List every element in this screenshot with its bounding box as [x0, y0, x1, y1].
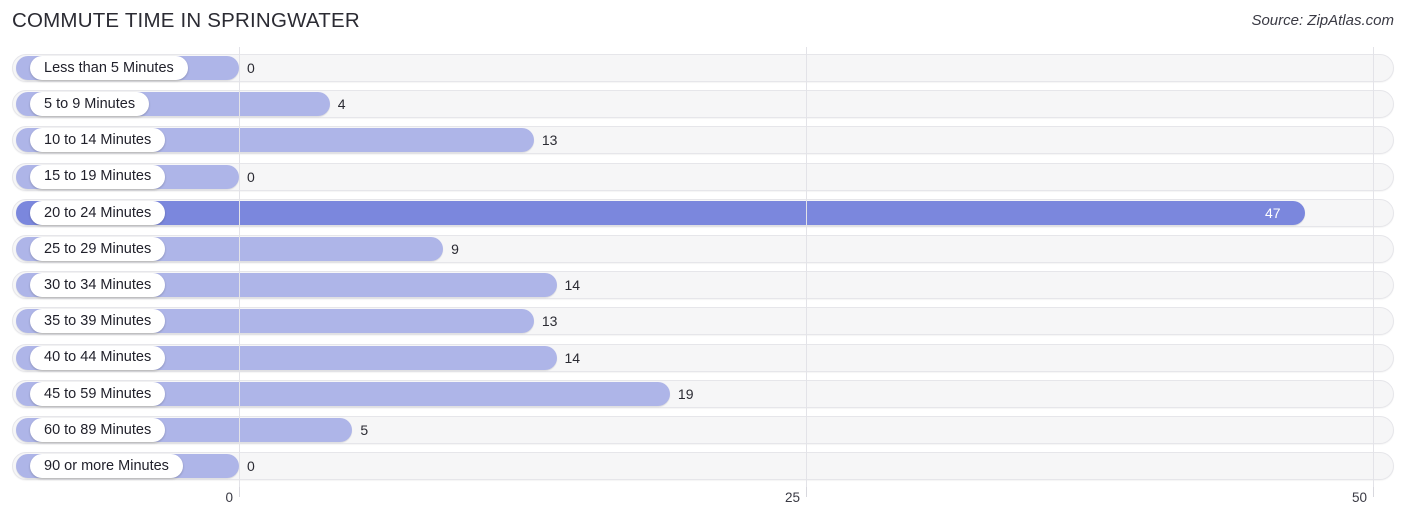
table-row[interactable]: 15 to 19 Minutes 0 [12, 162, 1394, 191]
category-label: 5 to 9 Minutes [44, 95, 136, 112]
table-row[interactable]: 45 to 59 Minutes 19 [12, 379, 1394, 408]
category-label: 40 to 44 Minutes [44, 349, 152, 366]
category-label-pill: 15 to 19 Minutes [30, 164, 166, 189]
bar-value-label: 19 [677, 385, 694, 402]
table-row[interactable]: Less than 5 Minutes 0 [12, 54, 1394, 82]
axis-tick [239, 487, 240, 497]
category-label-pill: 30 to 34 Minutes [30, 273, 166, 298]
page-title: COMMUTE TIME IN SPRINGWATER [12, 9, 360, 32]
axis-tick [806, 487, 807, 497]
category-label: 60 to 89 Minutes [44, 421, 152, 438]
category-label-pill: 60 to 89 Minutes [30, 418, 166, 442]
table-row[interactable]: 10 to 14 Minutes 13 [12, 126, 1394, 155]
table-row[interactable]: 35 to 39 Minutes 13 [12, 307, 1394, 336]
bar-value-label: 14 [564, 349, 581, 366]
category-label-pill: 45 to 59 Minutes [30, 381, 166, 406]
category-label-pill: 10 to 14 Minutes [30, 128, 166, 153]
axis-tick [1373, 487, 1374, 497]
commute-time-bar-chart: COMMUTE TIME IN SPRINGWATER Source: ZipA… [0, 0, 1406, 523]
category-label: Less than 5 Minutes [44, 59, 174, 76]
table-row[interactable]: 60 to 89 Minutes 5 [12, 416, 1394, 444]
bar-value-label: 47 [1264, 204, 1281, 221]
bar-value-label: 4 [337, 96, 346, 113]
category-label-pill: 90 or more Minutes [30, 454, 183, 479]
bar-value-label: 13 [541, 313, 558, 330]
bar-value-label: 0 [247, 60, 255, 76]
category-label-pill: 40 to 44 Minutes [30, 345, 166, 370]
category-label-pill: Less than 5 Minutes [30, 56, 188, 80]
category-label: 30 to 34 Minutes [44, 276, 152, 293]
category-label: 15 to 19 Minutes [44, 168, 152, 185]
bar-value-label: 0 [247, 168, 255, 185]
category-label: 35 to 39 Minutes [44, 313, 152, 330]
bar-highlighted [16, 200, 1305, 225]
category-label: 20 to 24 Minutes [44, 204, 152, 221]
category-label-pill: 35 to 39 Minutes [30, 309, 166, 334]
bar-value-label: 13 [541, 132, 558, 149]
category-label-pill: 25 to 29 Minutes [30, 237, 166, 261]
bar-value-label: 14 [564, 277, 581, 294]
axis-tick-label: 0 [225, 490, 233, 505]
category-label: 45 to 59 Minutes [44, 385, 152, 402]
bar-value-label: 0 [247, 458, 255, 475]
table-row[interactable]: 30 to 34 Minutes 14 [12, 271, 1394, 300]
x-axis: 0 25 50 [0, 487, 1406, 523]
bar-value-label: 9 [451, 241, 459, 257]
bar-rows: Less than 5 Minutes 0 5 to 9 Minutes 4 10 to… [0, 47, 1406, 487]
table-row[interactable]: 90 or more Minutes 0 [12, 452, 1394, 481]
table-row[interactable]: 40 to 44 Minutes 14 [12, 343, 1394, 372]
table-row[interactable]: 20 to 24 Minutes 47 [12, 198, 1394, 227]
category-label-pill: 20 to 24 Minutes [30, 200, 166, 225]
axis-tick-label: 50 [1351, 490, 1367, 505]
source-attribution: Source: ZipAtlas.com [1251, 12, 1394, 29]
bar-value-label: 5 [360, 422, 369, 438]
axis-tick-label: 25 [784, 490, 800, 505]
category-label: 10 to 14 Minutes [44, 132, 152, 149]
category-label: 90 or more Minutes [44, 457, 169, 474]
chart-header: COMMUTE TIME IN SPRINGWATER Source: ZipA… [0, 0, 1406, 46]
category-label-pill: 5 to 9 Minutes [30, 92, 150, 117]
table-row[interactable]: 5 to 9 Minutes 4 [12, 90, 1394, 119]
table-row[interactable]: 25 to 29 Minutes 9 [12, 235, 1394, 263]
plot-area: Less than 5 Minutes 0 5 to 9 Minutes 4 10 to… [0, 47, 1406, 487]
category-label: 25 to 29 Minutes [44, 240, 152, 257]
